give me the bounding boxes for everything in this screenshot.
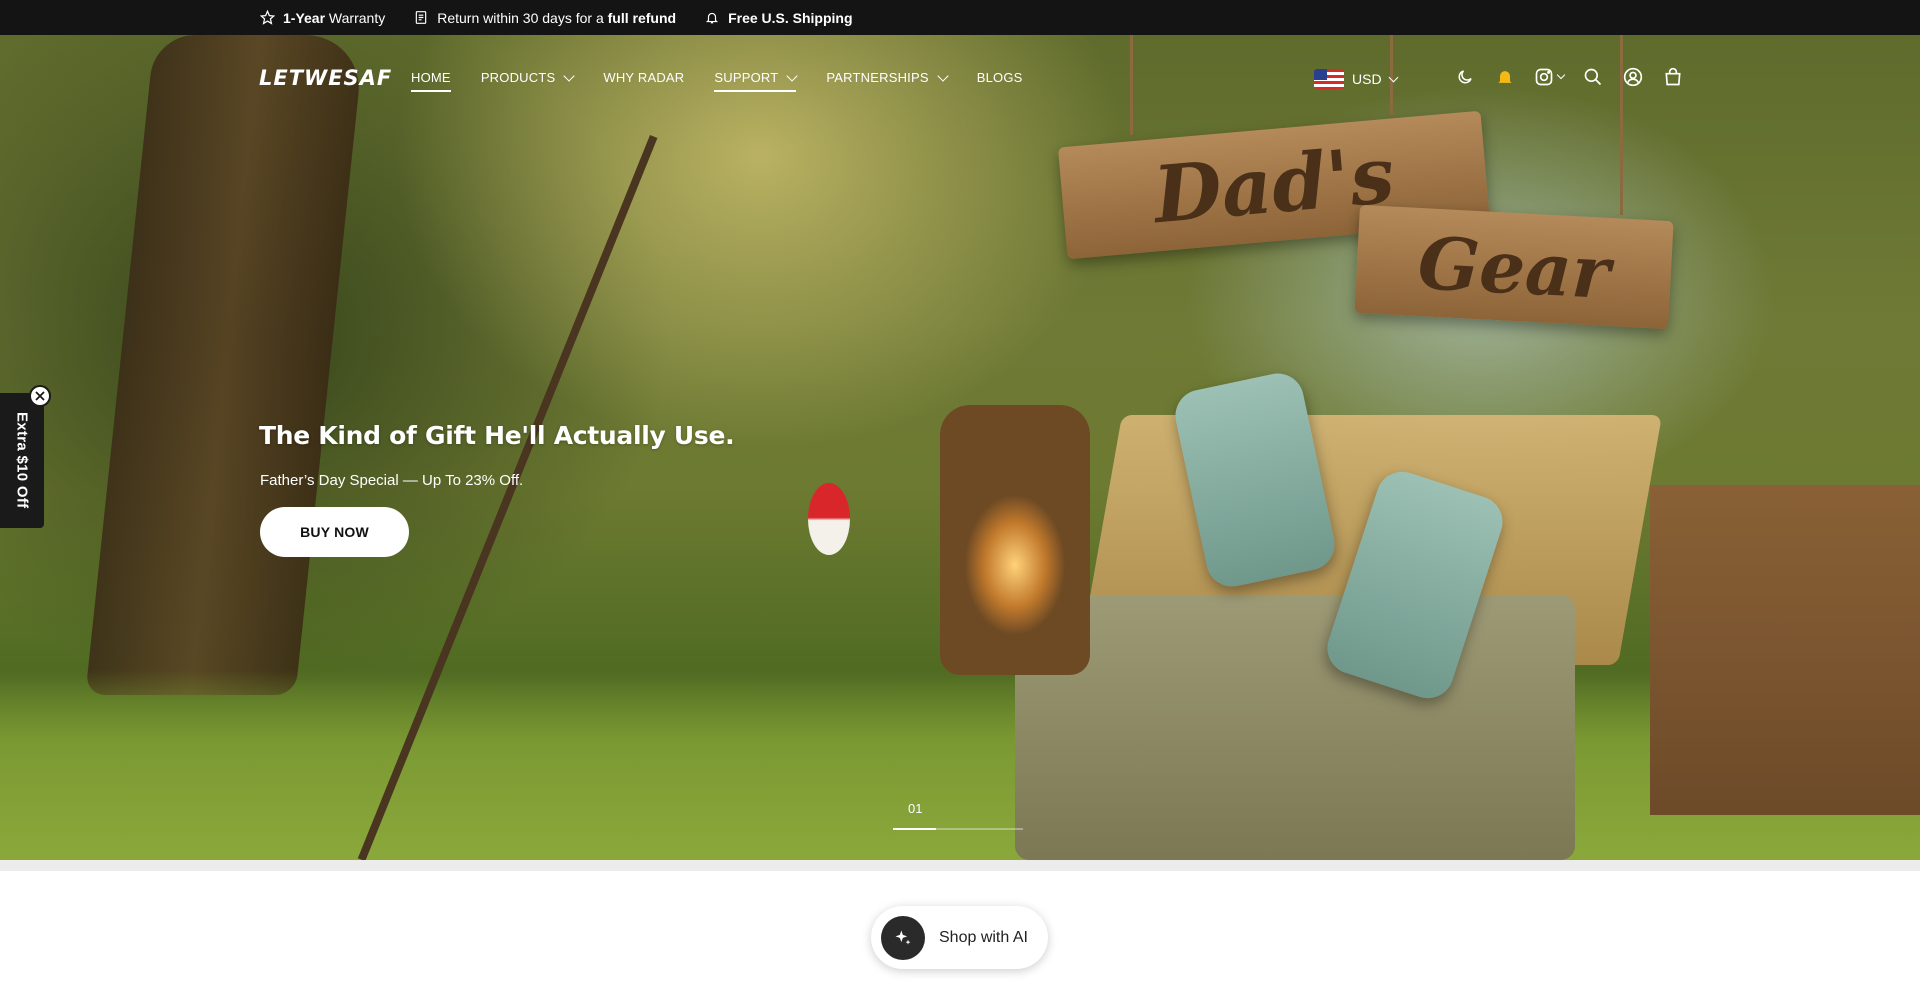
nav-products-label: PRODUCTS — [480, 70, 556, 85]
warranty-notice: 1-Year Warranty — [259, 10, 385, 26]
nav-why-radar-label: WHY RADAR — [603, 70, 685, 85]
nav-partnerships-label: PARTNERSHIPS — [826, 70, 929, 85]
shipping-notice: Free U.S. Shipping — [704, 9, 853, 26]
star-icon — [259, 10, 275, 26]
suitcase-illustration — [1015, 595, 1575, 860]
slide-progress[interactable] — [893, 828, 1023, 830]
bell-icon[interactable] — [1492, 64, 1518, 90]
chevron-down-icon — [937, 69, 949, 82]
nav-home-label: HOME — [411, 70, 451, 85]
close-icon[interactable] — [29, 385, 51, 407]
currency-label: USD — [1352, 71, 1382, 87]
shop-with-ai-label: Shop with AI — [939, 928, 1028, 946]
buy-now-button[interactable]: BUY NOW — [260, 507, 409, 557]
bobber-illustration — [808, 483, 850, 555]
nav-support-label: SUPPORT — [714, 70, 779, 85]
tree-illustration — [85, 35, 365, 695]
return-notice: Return within 30 days for a full refund — [413, 10, 676, 26]
nav-why-radar[interactable]: WHY RADAR — [603, 70, 684, 92]
chevron-down-icon — [786, 69, 799, 82]
extra-discount-label: Extra $10 Off — [13, 412, 31, 509]
nav-blogs-label: BLOGS — [976, 70, 1023, 85]
moon-icon[interactable] — [1452, 64, 1478, 90]
nav-support[interactable]: SUPPORT — [714, 69, 799, 92]
grass-illustration — [0, 670, 1920, 860]
hero-subtitle: Father’s Day Special — Up To 23% Off. — [260, 472, 524, 489]
lantern-illustration — [940, 405, 1090, 675]
instagram-icon[interactable] — [1532, 64, 1566, 90]
header-icons — [1452, 64, 1686, 90]
search-icon[interactable] — [1580, 64, 1606, 90]
shipping-bold: Free U.S. Shipping — [728, 9, 853, 26]
chevron-down-icon — [563, 69, 576, 82]
sparkle-icon — [881, 915, 925, 960]
extra-discount-tab[interactable]: Extra $10 Off — [0, 393, 44, 528]
return-text: Return within 30 days for a — [437, 9, 608, 26]
receipt-icon — [413, 10, 429, 26]
nav-home[interactable]: HOME — [411, 70, 451, 92]
warranty-text: Warranty — [325, 9, 386, 26]
us-flag-icon — [1314, 69, 1344, 89]
section-divider — [0, 860, 1920, 871]
chevron-down-icon — [1388, 72, 1399, 82]
nav-products[interactable]: PRODUCTS — [480, 69, 576, 92]
currency-selector[interactable]: USD — [1314, 69, 1399, 89]
hero-title: The Kind of Gift He'll Actually Use. — [259, 421, 735, 450]
site-logo[interactable]: LETWESAF — [259, 66, 392, 90]
slide-number: 01 — [908, 801, 923, 816]
warranty-bold: 1-Year — [283, 9, 326, 26]
account-icon[interactable] — [1620, 64, 1646, 90]
slide-progress-fill — [893, 828, 936, 830]
shop-with-ai-button[interactable]: Shop with AI — [871, 906, 1048, 969]
sign-gear: Gear — [1354, 204, 1674, 330]
chevron-down-icon — [1556, 70, 1566, 80]
bell-outline-icon — [704, 10, 720, 26]
nav-blogs[interactable]: BLOGS — [977, 70, 1023, 92]
announcement-bar: 1-Year Warranty Return within 30 days fo… — [0, 0, 1920, 35]
return-bold: full refund — [607, 9, 677, 26]
site-header: LETWESAF HOME PRODUCTS WHY RADAR SUPPORT… — [0, 35, 1920, 121]
cart-icon[interactable] — [1660, 64, 1686, 90]
main-nav: HOME PRODUCTS WHY RADAR SUPPORT PARTNERS… — [411, 69, 1023, 92]
cabin-illustration — [1650, 485, 1920, 815]
nav-partnerships[interactable]: PARTNERSHIPS — [826, 69, 949, 92]
